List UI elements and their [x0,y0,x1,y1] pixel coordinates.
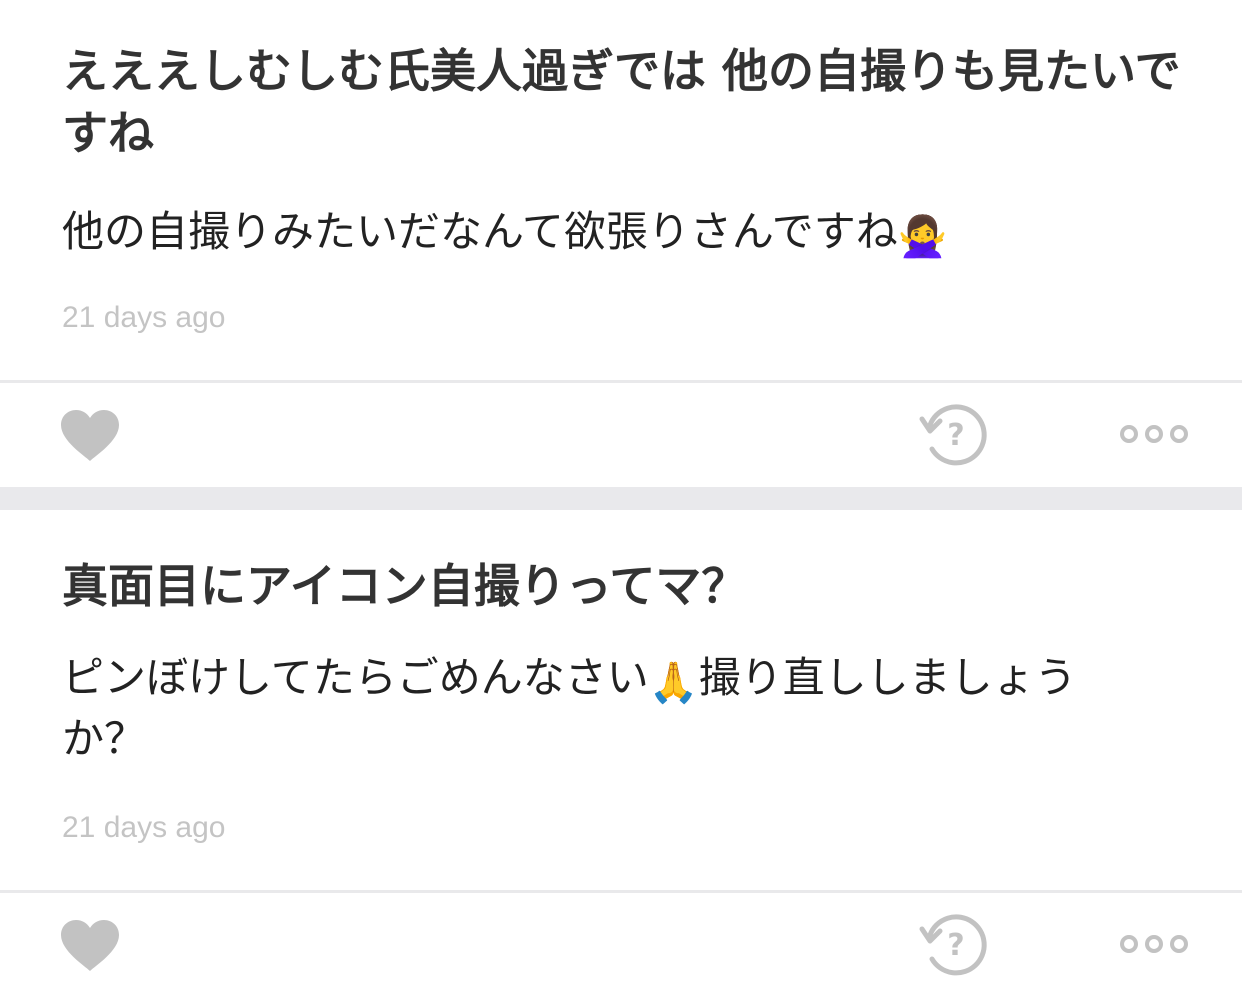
retry-question-button[interactable]: ? [918,913,988,977]
like-button[interactable] [58,918,122,974]
retry-question-button[interactable]: ? [918,403,988,467]
heart-icon [61,920,119,971]
answer-body: 他の自撮りみたいだなんて欲張りさんですね [62,207,898,256]
post-timestamp: 21 days ago [62,811,226,844]
answer-body: ピンぼけしてたらごめんなさい [62,653,649,702]
retry-question-icon: ? [919,914,987,976]
answer-text: ピンぼけしてたらごめんなさい🙏撮り直ししましょうか？ [62,650,1092,767]
heart-icon [61,410,119,461]
divider [0,380,1242,383]
no-gesture-emoji: 🙅‍♀️ [897,214,948,260]
question-text: 真面目にアイコン自撮りってマ？ [62,559,748,613]
more-options-icon [1120,425,1188,443]
svg-text:?: ? [947,928,964,963]
post-timestamp: 21 days ago [62,301,226,334]
question-text: えええしむしむ氏美人過ぎでは 他の自撮りも見たいですね [62,44,1181,160]
post-card: 真面目にアイコン自撮りってマ？ ピンぼけしてたらごめんなさい🙏撮り直ししましょう… [0,510,1242,998]
post-separator [0,487,1242,510]
like-button[interactable] [58,408,122,464]
divider [0,890,1242,893]
more-options-icon [1120,935,1188,953]
svg-text:?: ? [947,418,964,453]
post-card: えええしむしむ氏美人過ぎでは 他の自撮りも見たいですね 他の自撮りみたいだなんて… [0,0,1242,487]
retry-question-icon: ? [919,404,987,466]
answer-text: 他の自撮りみたいだなんて欲張りさんですね🙅‍♀️ [62,204,1092,265]
more-options-button[interactable] [1118,930,1190,958]
more-options-button[interactable] [1118,420,1190,448]
folded-hands-emoji: 🙏 [648,660,699,706]
